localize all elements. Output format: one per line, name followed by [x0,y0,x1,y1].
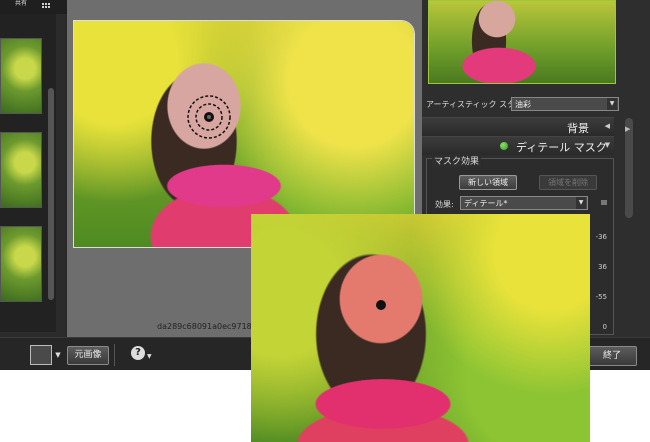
filename-label: da289c68091a0ec9718d [157,322,257,331]
help-dropdown-icon[interactable]: ▼ [147,353,152,360]
slider-value: 0 [602,323,607,331]
slider-value: -55 [595,293,607,301]
artistic-style-value: 油彩 [515,100,531,109]
chevron-down-icon[interactable]: ▼ [53,345,63,365]
panel-scrollbar[interactable] [625,118,633,218]
top-bar: 共有 [0,0,68,14]
view-mode-button[interactable] [30,345,52,365]
chevron-down-icon: ▼ [604,141,610,149]
section-background-title: 背景 [567,122,589,135]
filmstrip-thumbnail[interactable] [0,226,42,302]
section-background[interactable]: 背景 ◀ [422,117,614,136]
options-icon[interactable] [601,200,607,205]
new-region-button[interactable]: 新しい領域 [459,175,517,190]
slider-value: -36 [595,233,607,241]
share-label[interactable]: 共有 [14,1,28,7]
artistic-style-select[interactable]: 油彩 ▼ [511,97,619,111]
done-button[interactable]: 終了 [587,346,637,366]
slider-value: 36 [598,263,607,271]
filmstrip-scrollbar[interactable] [48,88,54,300]
mask-effects-legend: マスク効果 [432,154,482,167]
filmstrip [0,14,56,332]
filmstrip-thumbnail[interactable] [0,132,42,208]
filmstrip-thumbnail[interactable] [0,38,42,114]
brush-point-icon [376,300,386,310]
mask-preview-overlay [251,214,590,442]
effect-label: 効果: [435,200,454,209]
help-icon[interactable]: ? [131,346,145,360]
grid-view-icon[interactable] [42,3,51,10]
section-detail-mask[interactable]: ディテール マスク ▼ [422,136,614,155]
effect-select[interactable]: ディテール* ▼ [460,196,588,210]
chevron-left-icon: ◀ [604,122,610,130]
scroll-arrow-icon[interactable]: ▶ [625,125,630,133]
dropdown-arrow-icon: ▼ [576,197,586,209]
section-detail-mask-title: ディテール マスク [516,141,607,154]
effect-value: ディテール* [464,199,508,208]
original-image-button[interactable]: 元画像 [67,346,109,365]
status-dot-icon [500,142,508,150]
brush-cursor-icon [187,95,231,139]
delete-region-button[interactable]: 領域を削除 [539,175,597,190]
toolbar-divider [114,344,115,366]
dropdown-arrow-icon: ▼ [607,98,617,110]
preview-thumbnail [428,0,616,84]
